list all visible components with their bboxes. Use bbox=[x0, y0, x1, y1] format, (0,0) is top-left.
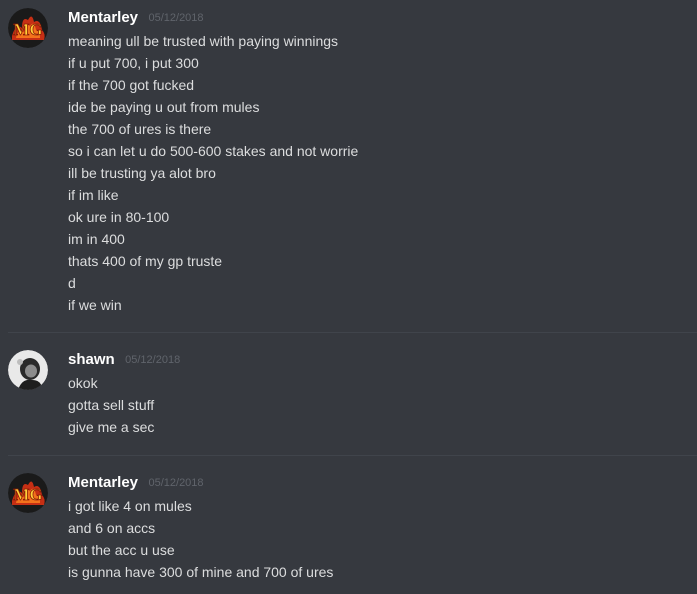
mg-logo-avatar[interactable]: MG bbox=[8, 8, 48, 48]
message-line: if im like bbox=[68, 187, 119, 203]
message-line: thats 400 of my gp truste bbox=[68, 253, 223, 269]
svg-text:MG: MG bbox=[13, 485, 42, 504]
message-line: give me a sec bbox=[68, 419, 155, 435]
chat-messages-area: MG Mentarley 05/12/2018 meaning ull be t… bbox=[0, 0, 697, 594]
message-line: if the 700 got fucked bbox=[68, 77, 195, 93]
message-timestamp: 05/12/2018 bbox=[125, 354, 181, 366]
mg-logo-icon: MG bbox=[8, 8, 48, 48]
message-line: but the acc u use bbox=[68, 542, 175, 558]
message-group: MG Mentarley 05/12/2018 meaning ull be t… bbox=[0, 0, 697, 330]
message-line: if u put 700, i put 300 bbox=[68, 55, 199, 71]
message-line: the 700 of ures is there bbox=[68, 121, 212, 137]
message-group: MG Mentarley 05/12/2018 i got like 4 on … bbox=[0, 456, 697, 594]
shawn-photo-avatar[interactable] bbox=[8, 350, 48, 390]
message-line: okok bbox=[68, 375, 98, 391]
mg-logo-icon: MG bbox=[8, 473, 48, 513]
author-name[interactable]: shawn bbox=[68, 351, 115, 368]
message-line: if we win bbox=[68, 297, 122, 313]
message-group: shawn 05/12/2018 okok gotta sell stuff g… bbox=[0, 333, 697, 453]
author-name[interactable]: Mentarley bbox=[68, 9, 138, 26]
message-line: d bbox=[68, 275, 76, 291]
message-line: meaning ull be trusted with paying winni… bbox=[68, 33, 339, 49]
message-timestamp: 05/12/2018 bbox=[148, 477, 204, 489]
mg-logo-avatar[interactable]: MG bbox=[8, 473, 48, 513]
message-line: is gunna have 300 of mine and 700 of ure… bbox=[68, 564, 334, 580]
message-line: and 6 on accs bbox=[68, 520, 156, 536]
message-line: gotta sell stuff bbox=[68, 397, 155, 413]
author-name[interactable]: Mentarley bbox=[68, 474, 138, 491]
message-line: i got like 4 on mules bbox=[68, 498, 192, 514]
message-line: ill be trusting ya alot bro bbox=[68, 165, 216, 181]
message-line: so i can let u do 500-600 stakes and not… bbox=[68, 143, 359, 159]
message-timestamp: 05/12/2018 bbox=[148, 12, 204, 24]
user-photo-icon bbox=[8, 350, 48, 390]
svg-text:MG: MG bbox=[13, 20, 42, 39]
message-line: im in 400 bbox=[68, 231, 125, 247]
message-line: ok ure in 80-100 bbox=[68, 209, 170, 225]
message-line: ide be paying u out from mules bbox=[68, 99, 260, 115]
